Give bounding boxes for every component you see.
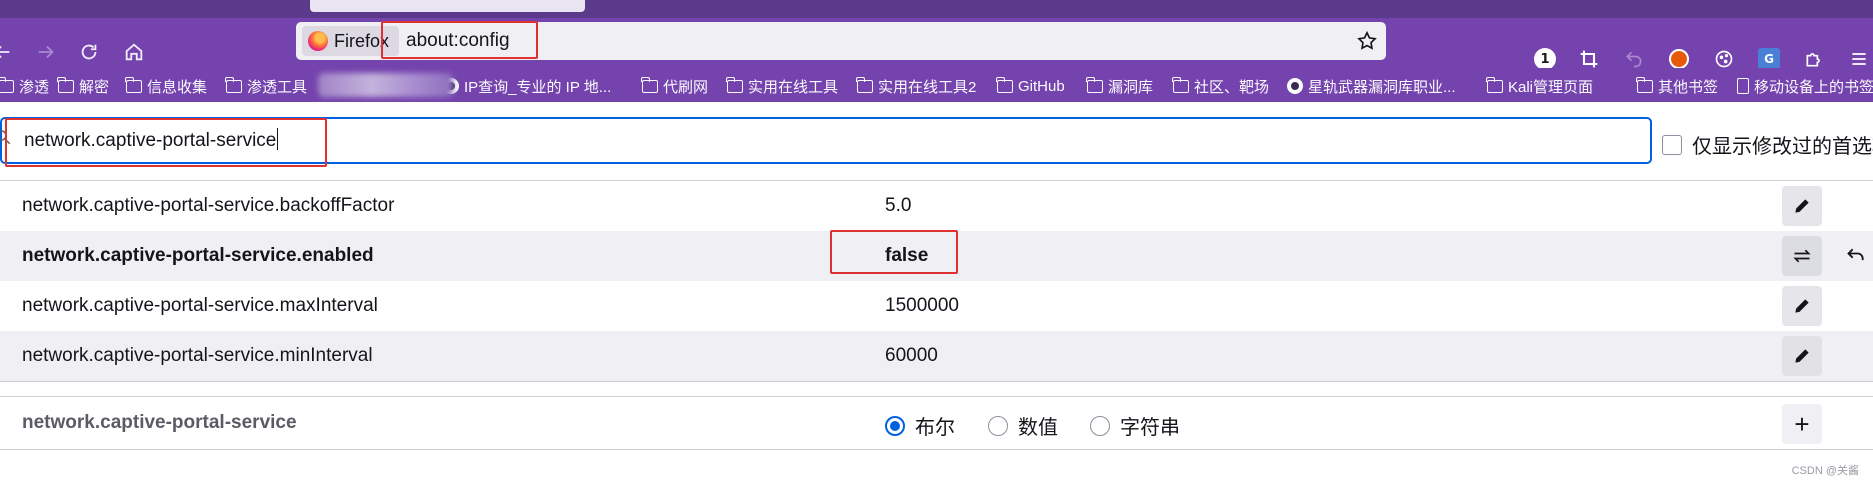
undo-icon [1847,248,1864,261]
folder-icon [726,76,743,93]
folder-icon [1086,76,1103,93]
bookmark-item[interactable]: 信息收集 [125,76,207,96]
home-icon [125,43,143,61]
toggle-button[interactable] [1782,236,1822,276]
pref-value[interactable]: 60000 [885,331,938,381]
toggle-arrows-icon [1793,249,1811,263]
type-radio-boolean[interactable]: 布尔 [885,411,955,440]
forward-button[interactable] [30,36,62,68]
reset-button[interactable] [1840,236,1872,276]
folder-icon [1172,76,1189,93]
globe-icon [1287,78,1303,94]
pref-row: network.captive-portal-service.enabled f… [0,231,1873,281]
pref-row: network.captive-portal-service.maxInterv… [0,281,1873,331]
bookmark-item[interactable]: 漏洞库 [1086,76,1153,96]
folder-icon [641,76,658,93]
reload-button[interactable] [73,36,105,68]
home-button[interactable] [118,36,150,68]
bookmark-item[interactable]: 移动设备上的书签 [1737,76,1873,96]
bookmarks-toolbar: 渗透 解密 信息收集 渗透工具 IP查询_专业的 IP 地... 代刷网 实用在… [0,68,1873,102]
checkbox-icon[interactable] [1662,134,1682,155]
arrow-right-icon [38,45,54,59]
tab-strip [0,0,1873,18]
pencil-icon [1795,199,1809,213]
pref-value[interactable]: 1500000 [885,281,959,331]
redacted-bookmark [318,73,453,97]
edit-button[interactable] [1782,336,1822,376]
back-button[interactable] [0,36,18,68]
bookmark-star-icon[interactable] [1356,30,1378,52]
bookmark-item[interactable]: 星轨武器漏洞库职业... [1287,76,1456,96]
folder-icon [996,76,1013,93]
pref-value[interactable]: false [885,231,928,281]
firefox-logo-icon [308,31,328,51]
folder-icon [125,76,142,93]
pref-name: network.captive-portal-service.backoffFa… [22,195,395,216]
browser-window: Firefox about:config 1 G 渗透 解密 信息收集 渗透工具… [0,0,1873,484]
radio-icon[interactable] [1090,415,1110,436]
search-value: network.captive-portal-service [24,128,279,151]
bookmark-item[interactable]: 实用在线工具 [726,76,838,96]
bookmark-item[interactable]: 社区、靶场 [1172,76,1269,96]
arrow-left-icon [0,45,10,59]
edit-button[interactable] [1782,186,1822,226]
search-icon [0,130,11,145]
folder-icon [225,76,242,93]
bookmark-item[interactable]: 解密 [57,76,109,96]
pref-value[interactable]: 5.0 [885,181,911,231]
pref-name: network.captive-portal-service.enabled [22,245,374,266]
config-search-input[interactable]: network.captive-portal-service [0,117,1652,164]
bookmark-item[interactable]: GitHub [996,76,1065,96]
new-pref-name: network.captive-portal-service [22,412,297,433]
type-radio-number[interactable]: 数值 [988,411,1058,440]
active-tab[interactable] [310,0,585,12]
bookmark-item[interactable]: 实用在线工具2 [856,76,976,96]
identity-label: Firefox [334,30,390,51]
folder-icon [0,76,14,93]
pref-name: network.captive-portal-service.maxInterv… [22,295,378,316]
text-caret [277,128,279,150]
folder-icon [1636,76,1653,93]
folder-icon [856,76,873,93]
pref-row: network.captive-portal-service.backoffFa… [0,181,1873,231]
bookmark-item[interactable]: 渗透工具 [225,76,307,96]
pencil-icon [1795,349,1809,363]
bookmark-item[interactable]: 其他书签 [1636,76,1718,96]
type-radio-string[interactable]: 字符串 [1090,411,1180,440]
watermark: CSDN @关酱 [1791,465,1859,477]
edit-button[interactable] [1782,286,1822,326]
pref-name: network.captive-portal-service.minInterv… [22,345,373,366]
pencil-icon [1795,299,1809,313]
bookmark-item[interactable]: 渗透 [0,76,49,96]
url-bar[interactable]: Firefox about:config [296,22,1386,60]
folder-icon [57,76,74,93]
prefs-table: network.captive-portal-service.backoffFa… [0,180,1873,381]
bookmark-item[interactable]: Kali管理页面 [1486,76,1593,96]
new-pref-row: network.captive-portal-service 布尔 数值 字符串… [0,381,1873,450]
bookmark-item[interactable]: IP查询_专业的 IP 地... [443,76,611,96]
url-text[interactable]: about:config [406,22,510,60]
folder-icon [1486,76,1503,93]
reload-icon [81,44,97,60]
mobile-icon [1737,78,1749,94]
bookmark-item[interactable]: 代刷网 [641,76,708,96]
pref-row: network.captive-portal-service.minInterv… [0,331,1873,381]
show-modified-checkbox[interactable]: 仅显示修改过的首选项 [1662,130,1873,159]
identity-box[interactable]: Firefox [302,26,400,56]
radio-icon[interactable] [885,415,905,436]
add-pref-button[interactable]: + [1782,404,1822,444]
radio-icon[interactable] [988,415,1008,436]
